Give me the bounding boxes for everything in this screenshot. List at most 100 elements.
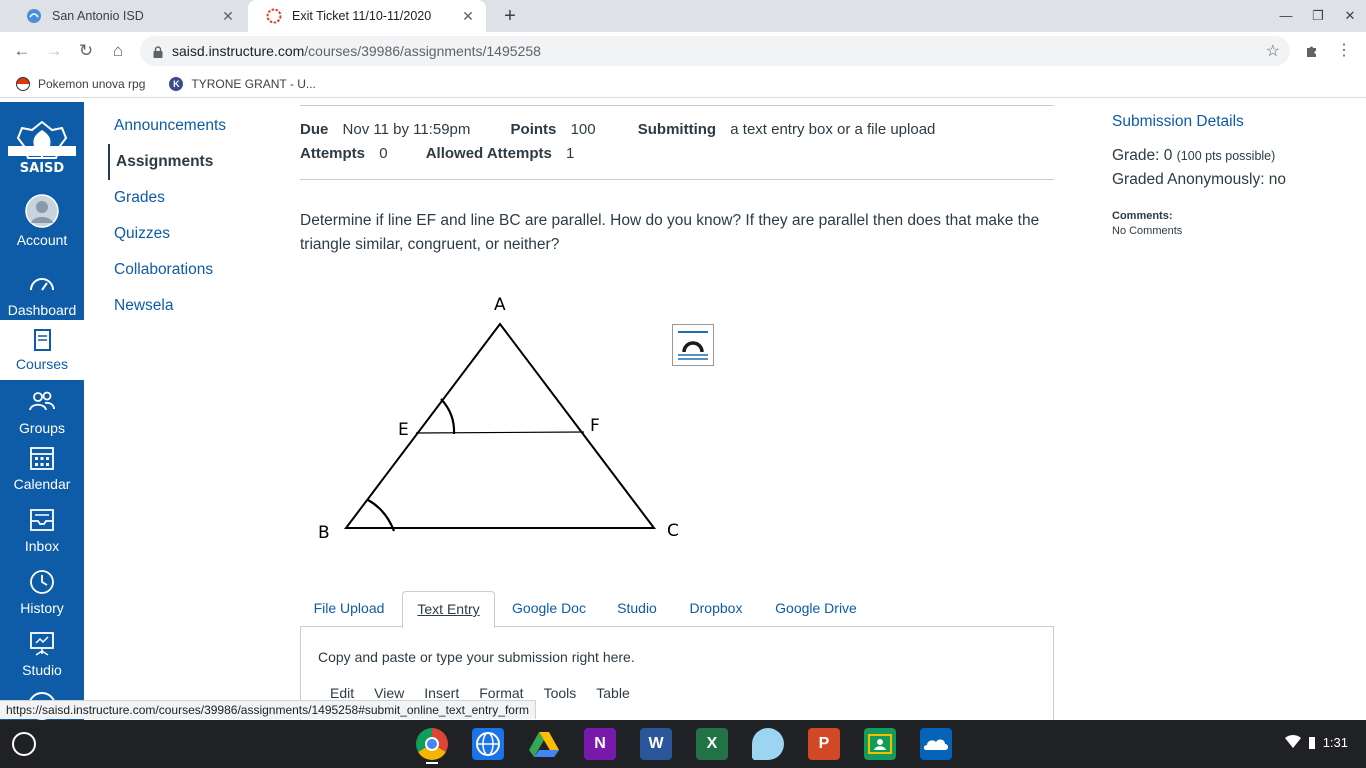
powerpoint-app-icon[interactable]: P (808, 728, 840, 760)
global-nav-label: Groups (19, 420, 65, 436)
course-nav-grades[interactable]: Grades (108, 180, 278, 216)
browser-globe-app-icon[interactable] (472, 728, 504, 760)
battery-icon (1308, 736, 1315, 749)
tab-file-upload[interactable]: File Upload (300, 591, 398, 627)
global-nav-account[interactable]: Account (0, 194, 84, 248)
browser-tab-exit-ticket[interactable]: Exit Ticket 11/10-11/2020 ✕ (248, 0, 486, 32)
grade-note: (100 pts possible) (1176, 149, 1276, 163)
course-nav-quizzes[interactable]: Quizzes (108, 216, 278, 252)
browser-tab-strip: San Antonio ISD ✕ Exit Ticket 11/10-11/2… (0, 0, 1366, 32)
comments-label: Comments: (1112, 210, 1173, 222)
lock-icon (153, 45, 163, 58)
canvas-global-nav: SAISD Account Dashboard Courses Groups C… (0, 102, 84, 720)
close-tab-icon[interactable]: ✕ (460, 8, 476, 24)
bookmark-tyrone-grant[interactable]: K TYRONE GRANT - U... (169, 76, 316, 91)
global-nav-dashboard[interactable]: Dashboard (0, 270, 84, 318)
comments-value: No Comments (1112, 225, 1183, 237)
account-avatar-icon (25, 194, 59, 228)
editor-menu-table[interactable]: Table (596, 685, 629, 701)
book-icon (28, 328, 56, 352)
vertex-label-f: F (590, 416, 600, 436)
global-nav-inbox[interactable]: Inbox (0, 506, 84, 554)
address-bar[interactable]: saisd.instructure.com/courses/39986/assi… (140, 36, 1290, 66)
editor-menu-tools[interactable]: Tools (544, 685, 577, 701)
saisd-logo[interactable]: SAISD (4, 118, 80, 176)
clock-icon (28, 568, 56, 596)
bookmarks-bar: Pokemon unova rpg K TYRONE GRANT - U... (0, 70, 1366, 98)
editor-menu-edit[interactable]: Edit (330, 685, 354, 701)
global-nav-label: Calendar (13, 476, 71, 492)
due-label: Due (300, 121, 329, 138)
grade-text: Grade: 0 (1112, 147, 1173, 164)
tab-google-drive[interactable]: Google Drive (766, 591, 866, 627)
launcher-circle-icon[interactable] (12, 732, 36, 756)
studio-media-embed-icon[interactable] (672, 324, 714, 366)
submission-hint: Copy and paste or type your submission r… (318, 649, 635, 665)
editor-menu-view[interactable]: View (374, 685, 404, 701)
due-value: Nov 11 by 11:59pm (342, 121, 471, 138)
tab-studio[interactable]: Studio (606, 591, 668, 627)
new-tab-plus-icon[interactable]: + (498, 4, 522, 28)
global-nav-calendar[interactable]: Calendar (0, 444, 84, 492)
extensions-puzzle-icon[interactable] (1300, 39, 1324, 63)
home-icon[interactable]: ⌂ (106, 39, 130, 63)
active-app-indicator (426, 762, 438, 764)
editor-menu-format[interactable]: Format (479, 685, 523, 701)
course-nav-announcements[interactable]: Announcements (108, 108, 278, 144)
global-nav-groups[interactable]: Groups (0, 388, 84, 436)
excel-app-icon[interactable]: X (696, 728, 728, 760)
assignment-question: Determine if line EF and line BC are par… (300, 212, 1040, 253)
bookmark-pokemon[interactable]: Pokemon unova rpg (16, 76, 146, 91)
close-tab-icon[interactable]: ✕ (220, 8, 236, 24)
minimize-icon[interactable]: — (1276, 6, 1296, 26)
grade-row: Grade: 0 (100 pts possible) (1112, 144, 1352, 168)
global-nav-label: Studio (22, 662, 62, 678)
back-arrow-icon[interactable]: ← (10, 39, 34, 63)
studio-icon (28, 630, 56, 658)
bookmark-star-icon[interactable]: ☆ (1266, 41, 1280, 61)
divider (300, 105, 1054, 106)
restore-window-icon[interactable]: ❐ (1308, 6, 1328, 26)
vertex-label-b: B (318, 523, 330, 543)
google-classroom-app-icon[interactable] (864, 728, 896, 760)
system-tray[interactable]: 1:31 (1284, 734, 1348, 751)
word-app-icon[interactable]: W (640, 728, 672, 760)
allowed-attempts-label: Allowed Attempts (425, 145, 552, 162)
tab-dropbox[interactable]: Dropbox (680, 591, 752, 627)
points-label: Points (510, 121, 557, 138)
onenote-app-icon[interactable]: N (584, 728, 616, 760)
assignment-details: Due Nov 11 by 11:59pm Points 100 Submitt… (300, 118, 1054, 166)
google-drive-app-icon[interactable] (528, 728, 560, 760)
close-window-icon[interactable]: ✕ (1340, 6, 1360, 26)
course-nav-newsela[interactable]: Newsela (108, 288, 278, 324)
tab-google-doc[interactable]: Google Doc (502, 591, 596, 627)
os-shelf: N W X P 1:31 (0, 720, 1366, 768)
course-nav-assignments[interactable]: Assignments (108, 144, 278, 180)
bookmark-label: Pokemon unova rpg (38, 76, 146, 91)
k-logo-icon: K (169, 76, 184, 91)
global-nav-studio[interactable]: Studio (0, 630, 84, 678)
editor-menu-insert[interactable]: Insert (424, 685, 459, 701)
groups-icon (28, 388, 56, 416)
tab-text-entry[interactable]: Text Entry (402, 591, 495, 628)
browser-tab-san-antonio-isd[interactable]: San Antonio ISD ✕ (8, 0, 246, 32)
attempts-label: Attempts (300, 145, 366, 162)
global-nav-label: Inbox (24, 538, 60, 554)
triangle-diagram: A E F B C (318, 295, 679, 543)
global-nav-label: Account (16, 232, 68, 248)
reload-icon[interactable]: ↻ (74, 39, 98, 63)
chrome-app-icon[interactable] (416, 728, 448, 760)
link-status-bubble: https://saisd.instructure.com/courses/39… (0, 700, 536, 719)
global-nav-courses[interactable]: Courses (0, 320, 84, 380)
forward-arrow-icon[interactable]: → (42, 39, 66, 63)
vertex-label-a: A (494, 295, 506, 315)
submission-type-tabs: File Upload Text Entry Google Doc Studio… (300, 591, 1054, 628)
chrome-menu-kebab-icon[interactable]: ⋮ (1332, 39, 1356, 63)
onedrive-app-icon[interactable] (920, 728, 952, 760)
inbox-icon (28, 506, 56, 534)
global-nav-history[interactable]: History (0, 568, 84, 616)
attempts-value: 0 (379, 145, 388, 162)
course-nav-collaborations[interactable]: Collaborations (108, 252, 278, 288)
submission-details-link[interactable]: Submission Details (1112, 112, 1352, 136)
chat-bubble-app-icon[interactable] (752, 728, 784, 760)
